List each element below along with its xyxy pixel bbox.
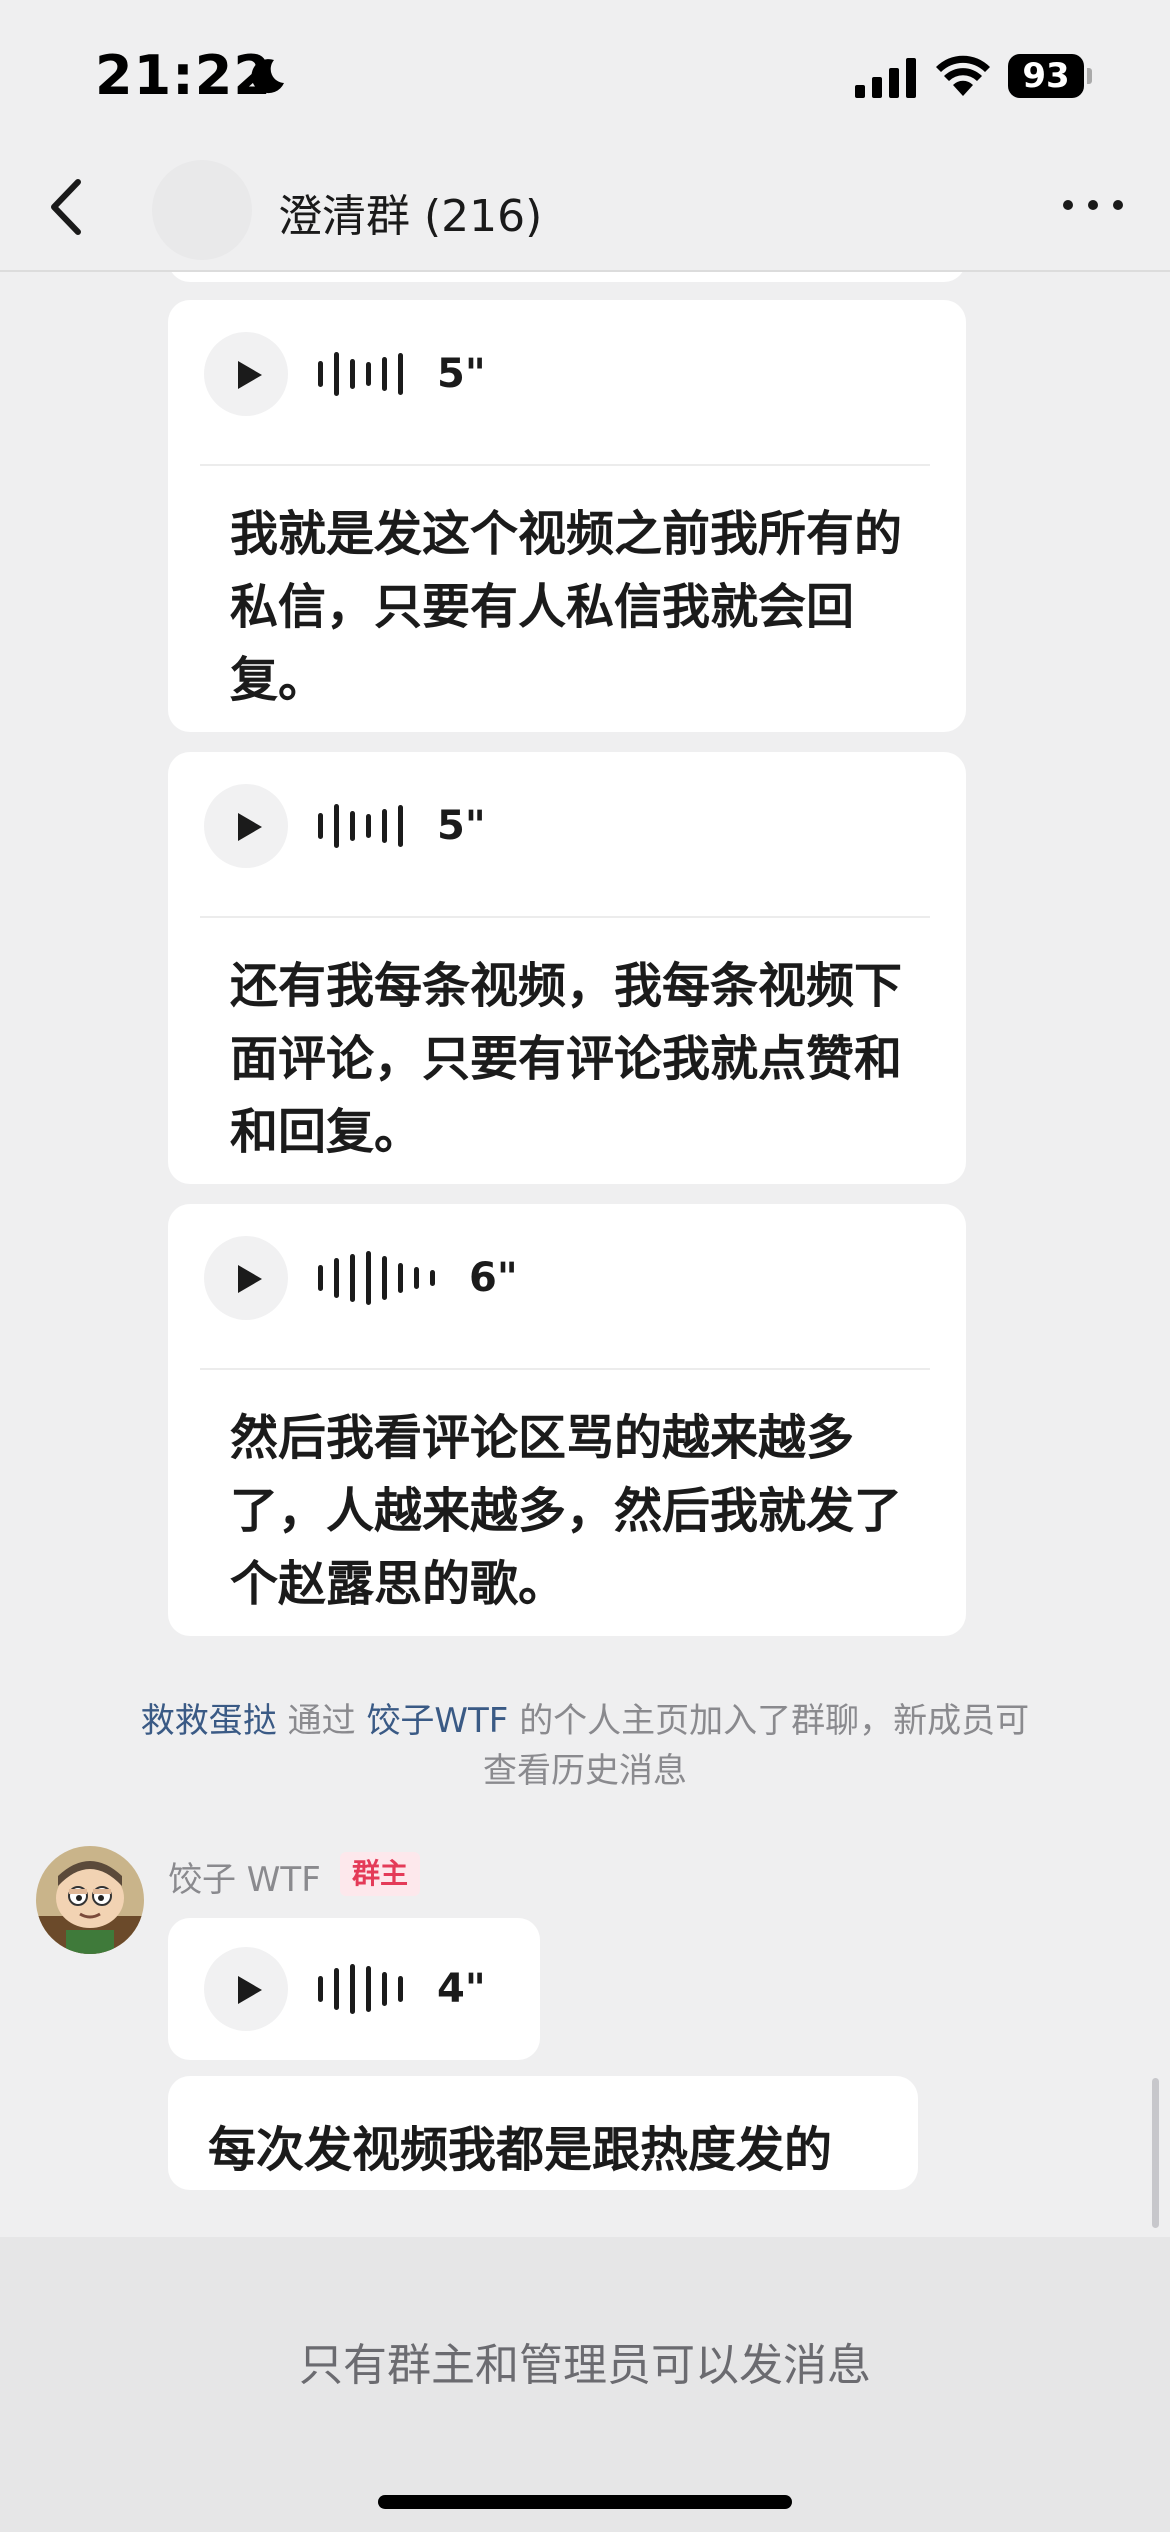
more-icon[interactable] — [1058, 190, 1128, 220]
battery-level: 93 — [1022, 56, 1070, 96]
voice-duration: 4" — [437, 1966, 486, 2012]
owner-badge: 群主 — [340, 1852, 421, 1896]
voice-message[interactable]: 4" — [168, 1918, 540, 2060]
message-bubble-partial — [168, 272, 966, 282]
cellular-signal-icon — [855, 58, 916, 98]
waveform — [318, 1251, 435, 1305]
voice-duration: 6" — [469, 1255, 518, 1301]
play-icon — [238, 361, 262, 389]
status-bar: 21:22 93 — [0, 0, 1170, 150]
nav-bar: 澄清群 (216) — [0, 150, 1170, 272]
voice-message[interactable]: 6" 然后我看评论区骂的越来越多了，人越来越多，然后我就发了个赵露思的歌。 — [168, 1204, 966, 1636]
joined-user-link[interactable]: 救救蛋挞 — [141, 1701, 277, 1741]
divider — [200, 1368, 930, 1370]
screen: 21:22 93 澄清群 (216) 5" 我就是发这个视频之前我所有的私信，只… — [0, 0, 1170, 2532]
wifi-icon — [936, 55, 990, 96]
voice-transcript: 然后我看评论区骂的越来越多了，人越来越多，然后我就发了个赵露思的歌。 — [230, 1410, 903, 1612]
voice-duration: 5" — [437, 803, 486, 849]
system-text: 的个人主页加入了群聊，新成员可查看历史消息 — [483, 1701, 1030, 1791]
play-button[interactable] — [204, 784, 288, 868]
voice-transcript: 我就是发这个视频之前我所有的私信，只要有人私信我就会回复。 — [230, 506, 903, 708]
divider — [200, 916, 930, 918]
play-icon — [238, 1976, 262, 2004]
play-button[interactable] — [204, 332, 288, 416]
divider — [200, 464, 930, 466]
footer-notice: 只有群主和管理员可以发消息 — [299, 2340, 871, 2391]
message-text: 每次发视频我都是跟热度发的 — [208, 2122, 833, 2178]
input-disabled-footer: 只有群主和管理员可以发消息 — [0, 2237, 1170, 2532]
voice-message[interactable]: 5" 我就是发这个视频之前我所有的私信，只要有人私信我就会回复。 — [168, 300, 966, 732]
battery-icon: 93 — [1008, 54, 1092, 98]
group-avatar[interactable] — [152, 160, 252, 260]
home-indicator[interactable] — [378, 2495, 792, 2509]
voice-message[interactable]: 5" 还有我每条视频，我每条视频下面评论，只要有评论我就点赞和和回复。 — [168, 752, 966, 1184]
voice-duration: 5" — [437, 351, 486, 397]
inviter-link[interactable]: 饺子WTF — [366, 1701, 508, 1741]
sender-name: 饺子 WTF — [168, 1860, 321, 1900]
waveform — [318, 1964, 403, 2014]
play-icon — [238, 813, 262, 841]
chat-area: 5" 我就是发这个视频之前我所有的私信，只要有人私信我就会回复。 5" 还有我每… — [0, 272, 1170, 2237]
waveform — [318, 804, 403, 848]
play-icon — [238, 1265, 262, 1293]
avatar[interactable] — [36, 1846, 144, 1954]
page-title: 澄清群 (216) — [278, 191, 543, 242]
cartoon-avatar-icon — [36, 1846, 144, 1954]
status-time: 21:22 — [95, 44, 272, 107]
play-button[interactable] — [204, 1947, 288, 2031]
text-message[interactable]: 每次发视频我都是跟热度发的 — [168, 2076, 918, 2190]
play-button[interactable] — [204, 1236, 288, 1320]
system-message: 救救蛋挞 通过 饺子WTF 的个人主页加入了群聊，新成员可查看历史消息 — [140, 1696, 1030, 1796]
voice-transcript: 还有我每条视频，我每条视频下面评论，只要有评论我就点赞和和回复。 — [230, 958, 903, 1160]
waveform — [318, 352, 403, 396]
back-button[interactable] — [40, 172, 100, 242]
moon-icon — [251, 59, 284, 94]
system-text-via: 通过 — [287, 1701, 356, 1741]
scrollbar[interactable] — [1152, 2078, 1159, 2228]
